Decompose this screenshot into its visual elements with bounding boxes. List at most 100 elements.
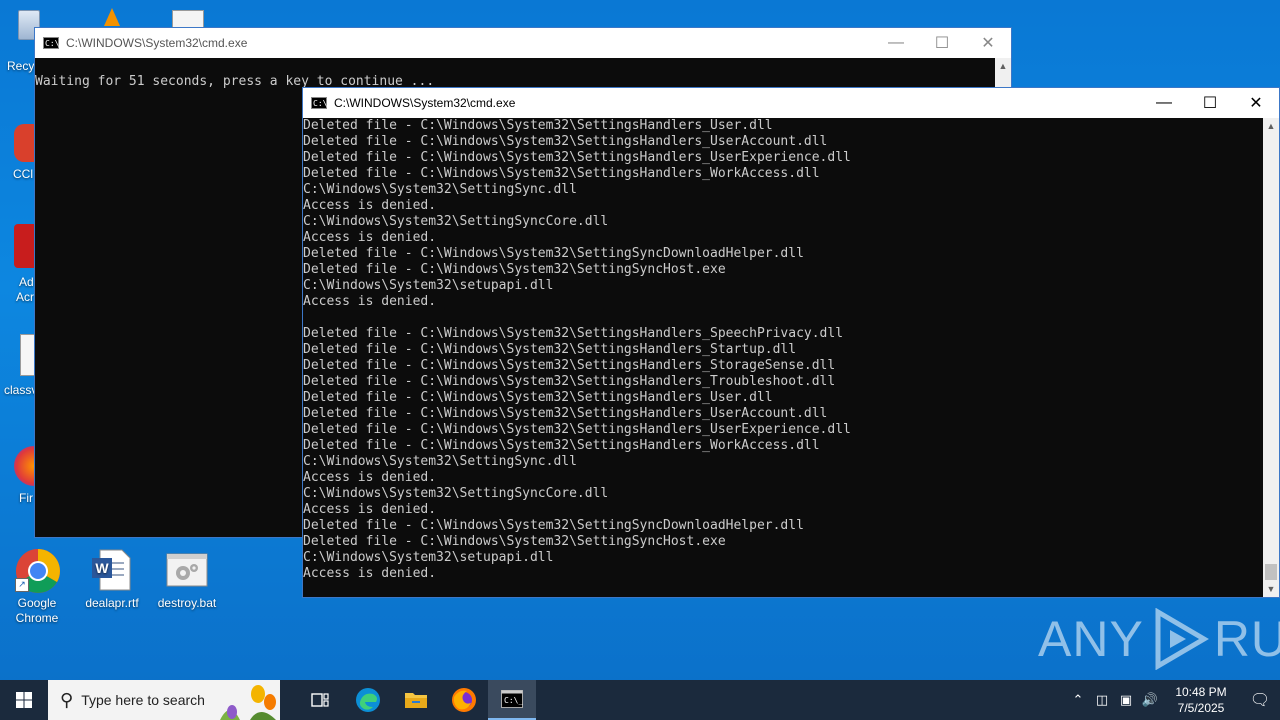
console-line: Access is denied. [303,470,437,485]
console-line: Access is denied. [303,294,437,309]
console-line: Access is denied. [303,502,437,517]
search-placeholder: Type here to search [81,692,205,708]
firefox-taskbar-button[interactable] [440,680,488,720]
console-line: Deleted file - C:\Windows\System32\Setti… [303,406,828,421]
console-line: Deleted file - C:\Windows\System32\Setti… [303,134,828,149]
chrome-icon: ↗ [15,548,60,593]
desktop-icon-label-ccleaner[interactable]: CCl [13,167,33,181]
desktop-icon-label-firefox[interactable]: Fir [19,491,33,505]
console-line: Deleted file - C:\Windows\System32\Setti… [303,438,820,453]
desktop-icon-label-classv[interactable]: classv [4,383,37,397]
file-explorer-taskbar-button[interactable] [392,680,440,720]
console-line: Deleted file - C:\Windows\System32\Setti… [303,246,804,261]
svg-text:C:\_: C:\_ [504,696,523,705]
window-title: C:\WINDOWS\System32\cmd.exe [334,96,516,110]
console-line: Deleted file - C:\Windows\System32\Setti… [303,518,804,533]
scrollbar-thumb[interactable] [1265,564,1277,580]
console-line: Deleted file - C:\Windows\System32\Setti… [303,342,797,357]
scroll-up-icon[interactable]: ▲ [995,58,1011,74]
task-view-icon [311,693,329,707]
play-logo-icon [1155,608,1209,670]
maximize-button[interactable]: ☐ [1187,88,1233,118]
console-line: Deleted file - C:\Windows\System32\Setti… [303,422,851,437]
console-line: Deleted file - C:\Windows\System32\Setti… [303,534,726,549]
cmd-icon: C:\ [43,37,60,49]
cmd-taskbar-button[interactable]: C:\_ [488,680,536,720]
console-line: C:\Windows\System32\SettingSync.dll [303,454,577,469]
console-line: Deleted file - C:\Windows\System32\Setti… [303,262,726,277]
console-line: Access is denied. [303,198,437,213]
desktop-icon-destroy-bat[interactable]: destroy.bat [152,548,222,611]
folder-icon [405,693,427,708]
acrobat-icon[interactable] [14,224,34,268]
start-button[interactable] [0,680,48,720]
console-line: C:\Windows\System32\setupapi.dll [303,278,554,293]
network-icon[interactable]: ▣ [1114,692,1138,708]
console-line: Deleted file - C:\Windows\System32\Setti… [303,326,844,341]
desktop-icon-label-acrobat-2[interactable]: Acr [16,290,34,304]
show-hidden-icons-chevron-icon[interactable]: ⌃ [1066,692,1090,708]
windows-logo-icon [16,692,32,708]
watermark-left-text: ANY [1038,611,1144,667]
cmd-window-front-titlebar[interactable]: C:\ C:\WINDOWS\System32\cmd.exe — ☐ ✕ [303,88,1279,118]
console-line: Access is denied. [303,566,437,581]
minimize-button[interactable]: — [873,28,919,58]
firefox-icon [452,688,476,712]
window-title: C:\WINDOWS\System32\cmd.exe [66,36,248,50]
vertical-scrollbar[interactable]: ▲ ▼ [1263,118,1279,597]
task-view-button[interactable] [296,680,344,720]
cmd-icon: C:\_ [501,690,523,708]
system-tray: ⌃ ◫ ▣ 🔊 10:48 PM 7/5/2025 🗨 [1066,680,1280,720]
search-highlight-flowers-icon [220,685,276,720]
taskbar: ⚲ Type here to search C:\_ ⌃ ◫ ▣ 🔊 10:48… [0,680,1280,720]
minimize-button[interactable]: — [1141,88,1187,118]
cmd-window-front[interactable]: C:\ C:\WINDOWS\System32\cmd.exe — ☐ ✕ De… [302,87,1280,598]
console-output[interactable]: Waiting for 51 seconds, press a key to c… [35,58,1011,90]
console-line: Deleted file - C:\Windows\System32\Setti… [303,150,851,165]
console-line: C:\Windows\System32\SettingSync.dll [303,182,577,197]
clock-date: 7/5/2025 [1177,701,1225,715]
maximize-button[interactable]: ☐ [919,28,965,58]
taskbar-clock[interactable]: 10:48 PM 7/5/2025 [1162,684,1240,716]
edge-icon [356,688,380,712]
console-line: Deleted file - C:\Windows\System32\Setti… [303,118,773,133]
close-button[interactable]: ✕ [1233,88,1279,118]
desktop-icon-label: destroy.bat [157,596,217,610]
cmd-icon: C:\ [311,97,328,109]
anyrun-watermark: ANY RUN [1038,608,1280,670]
vlc-icon[interactable] [104,8,120,26]
taskbar-search-box[interactable]: ⚲ Type here to search [48,680,280,720]
console-line: Deleted file - C:\Windows\System32\Setti… [303,374,836,389]
console-line: Deleted file - C:\Windows\System32\Setti… [303,358,836,373]
scroll-down-icon[interactable]: ▼ [1263,581,1279,597]
close-button[interactable]: ✕ [965,28,1011,58]
volume-icon[interactable]: 🔊 [1138,692,1162,708]
console-line: C:\Windows\System32\setupapi.dll [303,550,554,565]
console-line: Access is denied. [303,230,437,245]
console-line: C:\Windows\System32\SettingSyncCore.dll [303,214,609,229]
batch-file-icon [165,548,209,592]
desktop-icon-label-acrobat-1[interactable]: Ad [19,275,34,289]
console-line: C:\Windows\System32\SettingSyncCore.dll [303,486,609,501]
console-line: Deleted file - C:\Windows\System32\Setti… [303,390,773,405]
watermark-right-text: RUN [1213,611,1280,667]
desktop-icon-dealapr-rtf[interactable]: W dealapr.rtf [77,548,147,611]
shortcut-arrow-icon: ↗ [15,578,29,592]
desktop-icon-google-chrome[interactable]: ↗ Google Chrome [2,548,72,626]
cmd-window-back-titlebar[interactable]: C:\ C:\WINDOWS\System32\cmd.exe — ☐ ✕ [35,28,1011,58]
console-output[interactable]: Deleted file - C:\Windows\System32\Setti… [303,118,1263,597]
desktop-icon-label: dealapr.rtf [85,596,139,610]
svg-text:W: W [95,560,109,576]
device-icon[interactable]: ◫ [1090,692,1114,708]
clock-time: 10:48 PM [1175,685,1227,699]
ccleaner-icon[interactable] [14,124,34,162]
console-line: Deleted file - C:\Windows\System32\Setti… [303,166,820,181]
scroll-up-icon[interactable]: ▲ [1263,118,1279,134]
notification-center-icon[interactable]: 🗨 [1240,690,1280,710]
desktop-icon-label: Google Chrome [15,596,59,625]
vertical-scrollbar[interactable]: ▲ [995,58,1011,88]
desktop-icon-label-recycle-bin[interactable]: Recy [7,59,34,73]
firefox-desktop-icon[interactable] [14,446,34,486]
edge-taskbar-button[interactable] [344,680,392,720]
